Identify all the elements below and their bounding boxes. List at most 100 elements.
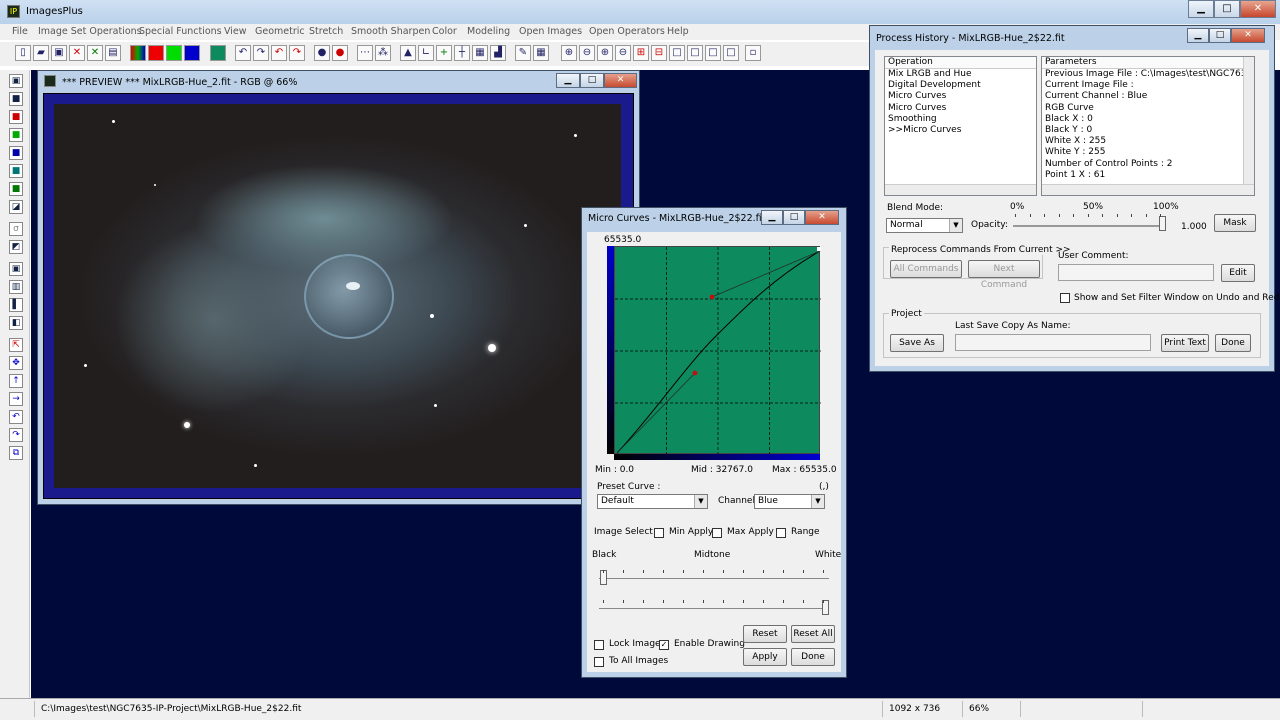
menu-open-images[interactable]: Open Images xyxy=(519,26,582,37)
parameters-vscroll[interactable] xyxy=(1243,57,1254,185)
blue-tool-icon[interactable]: ■ xyxy=(9,146,23,160)
zoom-fit-icon[interactable]: ⊖ xyxy=(615,45,631,61)
right-arrow-icon[interactable]: → xyxy=(9,392,23,406)
menu-smooth-sharpen[interactable]: Smooth Sharpen xyxy=(351,26,430,37)
menu-geometric[interactable]: Geometric xyxy=(255,26,305,37)
bar-tool-icon[interactable]: ▌ xyxy=(9,298,23,312)
layer-tool-icon[interactable]: ■ xyxy=(9,182,23,196)
rotate-left-icon[interactable]: ↶ xyxy=(9,410,23,424)
view-box-1-icon[interactable]: □ xyxy=(669,45,685,61)
operation-item[interactable]: >>Micro Curves xyxy=(885,125,1036,136)
parameters-hscroll[interactable] xyxy=(1042,184,1254,195)
black-slider-track[interactable] xyxy=(599,578,829,579)
blend-mode-select[interactable]: Normal ▼ xyxy=(886,218,963,233)
view-box-5-icon[interactable]: ▫ xyxy=(745,45,761,61)
range-checkbox[interactable] xyxy=(776,528,786,538)
lasso-tool-icon[interactable]: σ xyxy=(9,222,23,236)
operation-item[interactable]: Smoothing xyxy=(885,114,1036,125)
all-commands-button[interactable]: All Commands xyxy=(890,260,962,278)
preview-close-button[interactable]: ✕ xyxy=(604,73,637,88)
crosshair-large-icon[interactable]: ┼ xyxy=(454,45,470,61)
edit-button[interactable]: Edit xyxy=(1221,264,1255,282)
last-save-field[interactable] xyxy=(955,334,1151,351)
curve-graph[interactable] xyxy=(614,246,821,455)
open-icon[interactable]: ▰ xyxy=(33,45,49,61)
red-channel-icon[interactable] xyxy=(148,45,164,61)
menu-help[interactable]: Help xyxy=(667,26,689,37)
operation-item[interactable]: Micro Curves xyxy=(885,91,1036,102)
select-tool-icon[interactable]: ▣ xyxy=(9,262,23,276)
operation-list[interactable]: Operation Mix LRGB and Hue Digital Devel… xyxy=(884,56,1037,196)
curves-close-button[interactable]: ✕ xyxy=(805,210,839,225)
lock-image-checkbox[interactable] xyxy=(594,640,604,650)
apply-button[interactable]: Apply xyxy=(743,648,787,666)
history-close-button[interactable]: ✕ xyxy=(1231,28,1265,43)
menu-color[interactable]: Color xyxy=(432,26,457,37)
zoom-in-icon[interactable]: ⊕ xyxy=(597,45,613,61)
control-point-2[interactable] xyxy=(709,294,715,300)
maximize-button[interactable]: □ xyxy=(1214,0,1240,18)
crop-tool-icon[interactable]: ⇱ xyxy=(9,338,23,352)
up-arrow-icon[interactable]: ↑ xyxy=(9,374,23,388)
save-as-button[interactable]: Save As xyxy=(890,334,944,352)
preset-curve-select[interactable]: Default ▼ xyxy=(597,494,708,509)
nebula-image[interactable] xyxy=(54,104,621,488)
operation-item[interactable]: Mix LRGB and Hue xyxy=(885,69,1036,80)
preview-minimize-button[interactable]: ▁ xyxy=(556,73,580,88)
operation-item[interactable]: Digital Development xyxy=(885,80,1036,91)
print-text-button[interactable]: Print Text xyxy=(1161,334,1209,352)
redo-icon[interactable]: ↷ xyxy=(253,45,269,61)
reset-button[interactable]: Reset xyxy=(743,625,787,643)
next-command-button[interactable]: Next Command xyxy=(968,260,1040,290)
cyan-tool-icon[interactable]: ■ xyxy=(9,164,23,178)
menu-special-functions[interactable]: Special Functions xyxy=(139,26,222,37)
reset-all-button[interactable]: Reset All xyxy=(791,625,835,643)
pencil-icon[interactable]: ✎ xyxy=(515,45,531,61)
star-select-icon[interactable]: ● xyxy=(314,45,330,61)
opacity-slider-thumb[interactable] xyxy=(1159,216,1166,231)
operation-scrollbar[interactable] xyxy=(885,184,1036,195)
contrast-tool-icon[interactable]: ◧ xyxy=(9,316,23,330)
history-minimize-button[interactable]: ▁ xyxy=(1187,28,1209,43)
curves-maximize-button[interactable]: □ xyxy=(783,210,805,225)
close-all-icon[interactable]: ✕ xyxy=(87,45,103,61)
new-icon[interactable]: ▯ xyxy=(15,45,31,61)
rotate-right-icon[interactable]: ↷ xyxy=(9,428,23,442)
black-tool-icon[interactable]: ■ xyxy=(9,92,23,106)
history-maximize-button[interactable]: □ xyxy=(1209,28,1231,43)
save-tool-icon[interactable]: ▣ xyxy=(9,74,23,88)
red-tool-icon[interactable]: ■ xyxy=(9,110,23,124)
user-comment-field[interactable] xyxy=(1058,264,1214,281)
dots-icon[interactable]: ⋯ xyxy=(357,45,373,61)
chart-icon[interactable]: ▟ xyxy=(490,45,506,61)
redo-all-icon[interactable]: ↷ xyxy=(289,45,305,61)
zoom-minus-icon[interactable]: ⊟ xyxy=(651,45,667,61)
zoom-icon[interactable]: ⊕ xyxy=(561,45,577,61)
channel-select[interactable]: Blue ▼ xyxy=(754,494,825,509)
minimize-button[interactable]: ▁ xyxy=(1188,0,1214,18)
mask-tool-icon[interactable]: ◪ xyxy=(9,200,23,214)
menu-stretch[interactable]: Stretch xyxy=(309,26,343,37)
opacity-slider-track[interactable] xyxy=(1013,225,1163,227)
green-channel-icon[interactable] xyxy=(166,45,182,61)
menu-image-set-operations[interactable]: Image Set Operations xyxy=(38,26,142,37)
white-slider-track[interactable] xyxy=(599,608,829,609)
preview-maximize-button[interactable]: □ xyxy=(580,73,604,88)
menu-open-operators[interactable]: Open Operators xyxy=(589,26,665,37)
enable-drawing-checkbox[interactable]: ✓ xyxy=(659,640,669,650)
gradient-tool-icon[interactable]: ◩ xyxy=(9,240,23,254)
rgb-channels-icon[interactable] xyxy=(130,45,146,61)
zoom-plus-icon[interactable]: ⊞ xyxy=(633,45,649,61)
points-icon[interactable]: ⁂ xyxy=(375,45,391,61)
parameters-list[interactable]: Parameters Previous Image File : C:\Imag… xyxy=(1041,56,1255,196)
save-icon[interactable]: ▣ xyxy=(51,45,67,61)
curves-done-button[interactable]: Done xyxy=(791,648,835,666)
close-image-icon[interactable]: ✕ xyxy=(69,45,85,61)
star-remove-icon[interactable]: ● xyxy=(332,45,348,61)
view-box-3-icon[interactable]: □ xyxy=(705,45,721,61)
menu-view[interactable]: View xyxy=(224,26,247,37)
close-button[interactable]: ✕ xyxy=(1240,0,1276,18)
curves-minimize-button[interactable]: ▁ xyxy=(761,210,783,225)
history-done-button[interactable]: Done xyxy=(1215,334,1251,352)
operation-item[interactable]: Micro Curves xyxy=(885,103,1036,114)
